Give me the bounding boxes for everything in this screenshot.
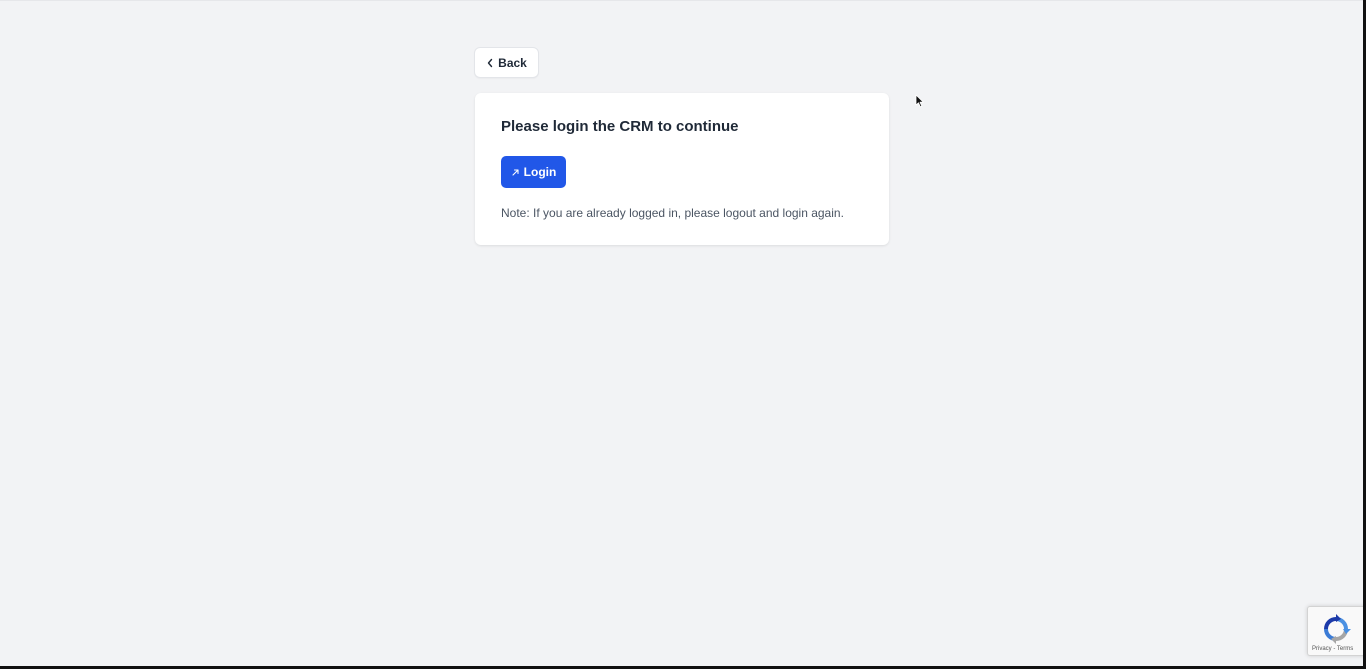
card-title: Please login the CRM to continue: [501, 118, 739, 135]
login-button[interactable]: Login: [501, 156, 566, 188]
login-card: Please login the CRM to continue Login N…: [475, 93, 889, 245]
recaptcha-links: Privacy - Terms: [1312, 646, 1353, 652]
back-button-label: Back: [498, 55, 527, 70]
chevron-left-icon: [486, 58, 494, 68]
mouse-pointer-icon: [915, 94, 925, 108]
top-border: [0, 0, 1366, 1]
arrow-up-right-icon: [511, 168, 520, 177]
recaptcha-terms-link[interactable]: Terms: [1337, 646, 1353, 652]
back-button[interactable]: Back: [474, 47, 539, 78]
login-note: Note: If you are already logged in, plea…: [501, 206, 844, 220]
recaptcha-badge[interactable]: Privacy - Terms: [1307, 606, 1366, 656]
recaptcha-logo-icon: [1320, 613, 1352, 645]
login-button-label: Login: [523, 165, 557, 179]
recaptcha-privacy-link[interactable]: Privacy: [1312, 646, 1332, 652]
